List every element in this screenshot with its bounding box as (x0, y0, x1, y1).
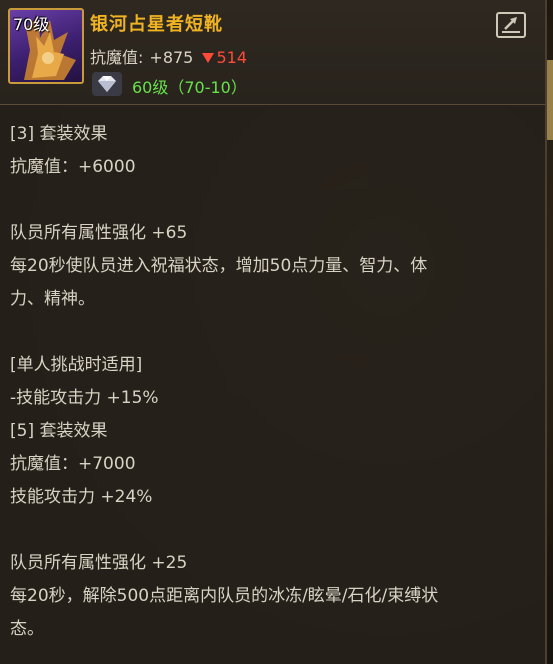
set-bonus-3-team-title: 队员所有属性强化 +65 (10, 223, 188, 243)
stat-value: +875 (149, 48, 194, 67)
down-triangle-icon (202, 52, 215, 63)
set-bonus-5-team-desc-cont: 态。 (10, 619, 44, 639)
share-icon (502, 17, 520, 33)
set-bonus-3-title: [3] 套装效果 (10, 124, 108, 144)
set-bonus-5-stat: 抗魔值：+7000 (10, 454, 136, 474)
set-bonus-5-team-desc: 每20秒，解除500点距离内队员的冰冻/眩晕/石化/束缚状 (10, 586, 439, 606)
main-stat: 抗魔值: +875 514 (90, 44, 247, 68)
gem-level-text: 60级（70-10） (132, 78, 247, 97)
item-tooltip: 70级 银河占星者短靴 抗魔值: +875 514 60级（70-10） [3] … (0, 0, 547, 664)
set-bonus-5-skill: 技能攻击力 +24% (10, 487, 153, 507)
set-bonus-5-title: [5] 套装效果 (10, 421, 108, 441)
set-bonus-3-team-desc: 每20秒使队员进入祝福状态，增加50点力量、智力、体 (10, 256, 428, 276)
set-bonus-3-team-desc-cont: 力、精神。 (10, 289, 95, 309)
set-bonus-5-team-title: 队员所有属性强化 +25 (10, 553, 188, 573)
item-icon: 70级 (8, 8, 84, 84)
stat-diff-value: 514 (216, 48, 247, 67)
stat-label: 抗魔值: (90, 48, 144, 67)
item-name: 银河占星者短靴 (90, 14, 223, 35)
diamond-icon (92, 72, 122, 96)
tooltip-body: [3] 套装效果 抗魔值：+6000 队员所有属性强化 +65 每20秒使队员进… (10, 118, 530, 646)
stat-diff: 514 (202, 48, 247, 67)
tooltip-header: 70级 银河占星者短靴 抗魔值: +875 514 60级（70-10） (0, 0, 545, 105)
solo-challenge-desc: -技能攻击力 +15% (10, 388, 159, 408)
item-level-tag: 70级 (13, 15, 50, 34)
set-bonus-3-stat: 抗魔值：+6000 (10, 157, 136, 177)
share-button[interactable] (496, 12, 526, 38)
solo-challenge-title: [单人挑战时适用] (10, 355, 143, 375)
